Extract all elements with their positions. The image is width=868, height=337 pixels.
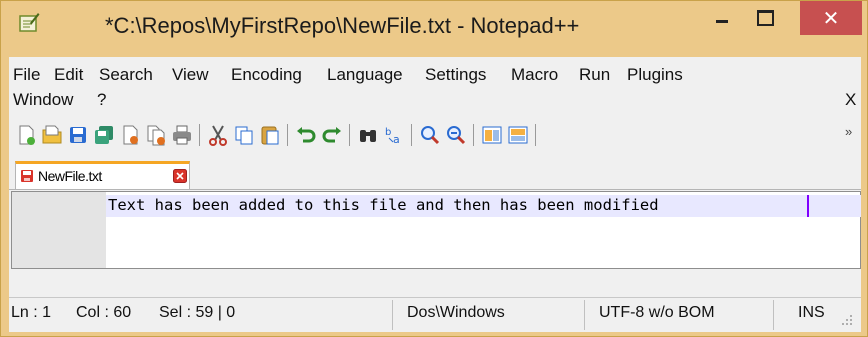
notepadpp-window: *C:\Repos\MyFirstRepo\NewFile.txt - Note…: [0, 0, 868, 337]
status-separator: [773, 300, 774, 330]
zoom-out-icon[interactable]: [445, 124, 467, 146]
svg-text:a: a: [393, 133, 400, 146]
title-bar[interactable]: *C:\Repos\MyFirstRepo\NewFile.txt - Note…: [1, 1, 867, 57]
menu-file[interactable]: File: [13, 65, 40, 85]
editor-line[interactable]: Text has been added to this file and the…: [108, 196, 659, 214]
tab-bar: NewFile.txt: [9, 161, 861, 190]
new-file-icon[interactable]: [15, 124, 37, 146]
toolbar-separator: [411, 124, 412, 146]
menu-settings[interactable]: Settings: [425, 65, 486, 85]
minimize-icon: [716, 19, 728, 23]
menu-edit[interactable]: Edit: [54, 65, 83, 85]
close-button[interactable]: ✕: [800, 1, 862, 35]
save-icon[interactable]: [67, 124, 89, 146]
copy-icon[interactable]: [233, 124, 255, 146]
menu-macro[interactable]: Macro: [511, 65, 558, 85]
status-column: Col : 60: [76, 304, 132, 321]
window-title: *C:\Repos\MyFirstRepo\NewFile.txt - Note…: [105, 13, 580, 38]
open-file-icon[interactable]: [41, 124, 63, 146]
menu-search[interactable]: Search: [99, 65, 153, 85]
status-separator: [392, 300, 393, 330]
maximize-icon: [756, 10, 774, 26]
notepadpp-app-icon[interactable]: [18, 11, 40, 33]
redo-icon[interactable]: [321, 124, 343, 146]
unsaved-file-icon: [21, 170, 33, 182]
sync-vertical-icon[interactable]: [481, 124, 503, 146]
resize-grip-icon[interactable]: [841, 314, 853, 326]
toolbar-separator: [535, 124, 536, 146]
text-caret: [807, 195, 809, 217]
toolbar-separator: [287, 124, 288, 146]
text-editor[interactable]: 1 Text has been added to this file and t…: [11, 191, 861, 269]
sync-horizontal-icon[interactable]: [507, 124, 529, 146]
maximize-button[interactable]: [746, 1, 784, 35]
cut-icon[interactable]: [207, 124, 229, 146]
replace-icon[interactable]: ba: [383, 124, 405, 146]
tab-newfile[interactable]: NewFile.txt: [15, 161, 190, 189]
toolbar-separator: [473, 124, 474, 146]
menu-run[interactable]: Run: [579, 65, 610, 85]
find-icon[interactable]: [357, 124, 379, 146]
toolbar: ba »: [9, 117, 861, 153]
menu-help[interactable]: ?: [97, 90, 106, 110]
menu-window[interactable]: Window: [13, 90, 73, 110]
status-insert-mode[interactable]: INS: [798, 304, 825, 322]
svg-text:b: b: [385, 127, 391, 138]
menu-encoding[interactable]: Encoding: [231, 65, 302, 85]
line-number-gutter: [12, 192, 106, 268]
status-separator: [584, 300, 585, 330]
minimize-button[interactable]: [703, 1, 741, 35]
tab-close-icon[interactable]: [173, 169, 187, 183]
menu-plugins[interactable]: Plugins: [627, 65, 683, 85]
status-selection: Sel : 59 | 0: [159, 304, 236, 321]
status-bar: Ln : 1 Col : 60 Sel : 59 | 0 Dos\Windows…: [9, 297, 861, 332]
status-line: Ln : 1: [11, 304, 52, 321]
close-document-button[interactable]: X: [845, 90, 856, 110]
print-icon[interactable]: [171, 124, 193, 146]
tab-label: NewFile.txt: [38, 168, 102, 184]
close-icon: ✕: [822, 7, 840, 30]
zoom-in-icon[interactable]: [419, 124, 441, 146]
toolbar-separator: [349, 124, 350, 146]
undo-icon[interactable]: [295, 124, 317, 146]
close-file-icon[interactable]: [119, 124, 141, 146]
menu-view[interactable]: View: [172, 65, 209, 85]
paste-icon[interactable]: [259, 124, 281, 146]
client-area: File Edit Search View Encoding Language …: [9, 57, 861, 332]
menu-bar: File Edit Search View Encoding Language …: [9, 57, 861, 115]
toolbar-separator: [199, 124, 200, 146]
close-all-icon[interactable]: [145, 124, 167, 146]
status-encoding[interactable]: UTF-8 w/o BOM: [599, 304, 715, 322]
status-line-ending[interactable]: Dos\Windows: [407, 304, 505, 322]
toolbar-overflow-chevron-icon[interactable]: »: [845, 124, 852, 139]
save-all-icon[interactable]: [93, 124, 115, 146]
menu-language[interactable]: Language: [327, 65, 403, 85]
